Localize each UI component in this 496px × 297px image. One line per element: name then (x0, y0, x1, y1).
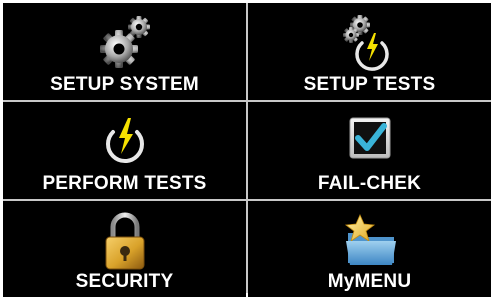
fail-chek-label: FAIL-CHEK (317, 173, 422, 194)
fail-chek-button[interactable]: FAIL-CHEK (248, 102, 491, 199)
setup-system-button[interactable]: SETUP SYSTEM (3, 3, 246, 100)
setup-tests-button[interactable]: SETUP TESTS (248, 3, 491, 100)
setup-tests-label: SETUP TESTS (303, 74, 436, 95)
mymenu-label: MyMENU (327, 271, 412, 292)
gears-icon (93, 11, 157, 75)
main-menu-grid: SETUP SYSTEM SETUP TESTS PERFORM TESTS F… (3, 3, 491, 297)
padlock-icon (93, 209, 157, 273)
setup-system-label: SETUP SYSTEM (50, 74, 199, 95)
power-bolt-icon (93, 110, 157, 174)
mymenu-button[interactable]: MyMENU (248, 201, 491, 297)
perform-tests-button[interactable]: PERFORM TESTS (3, 102, 246, 199)
security-button[interactable]: SECURITY (3, 201, 246, 297)
perform-tests-label: PERFORM TESTS (42, 173, 207, 194)
security-label: SECURITY (75, 271, 174, 292)
star-folder-icon (338, 209, 402, 273)
checkbox-checked-icon (338, 110, 402, 174)
gear-power-icon (338, 11, 402, 75)
